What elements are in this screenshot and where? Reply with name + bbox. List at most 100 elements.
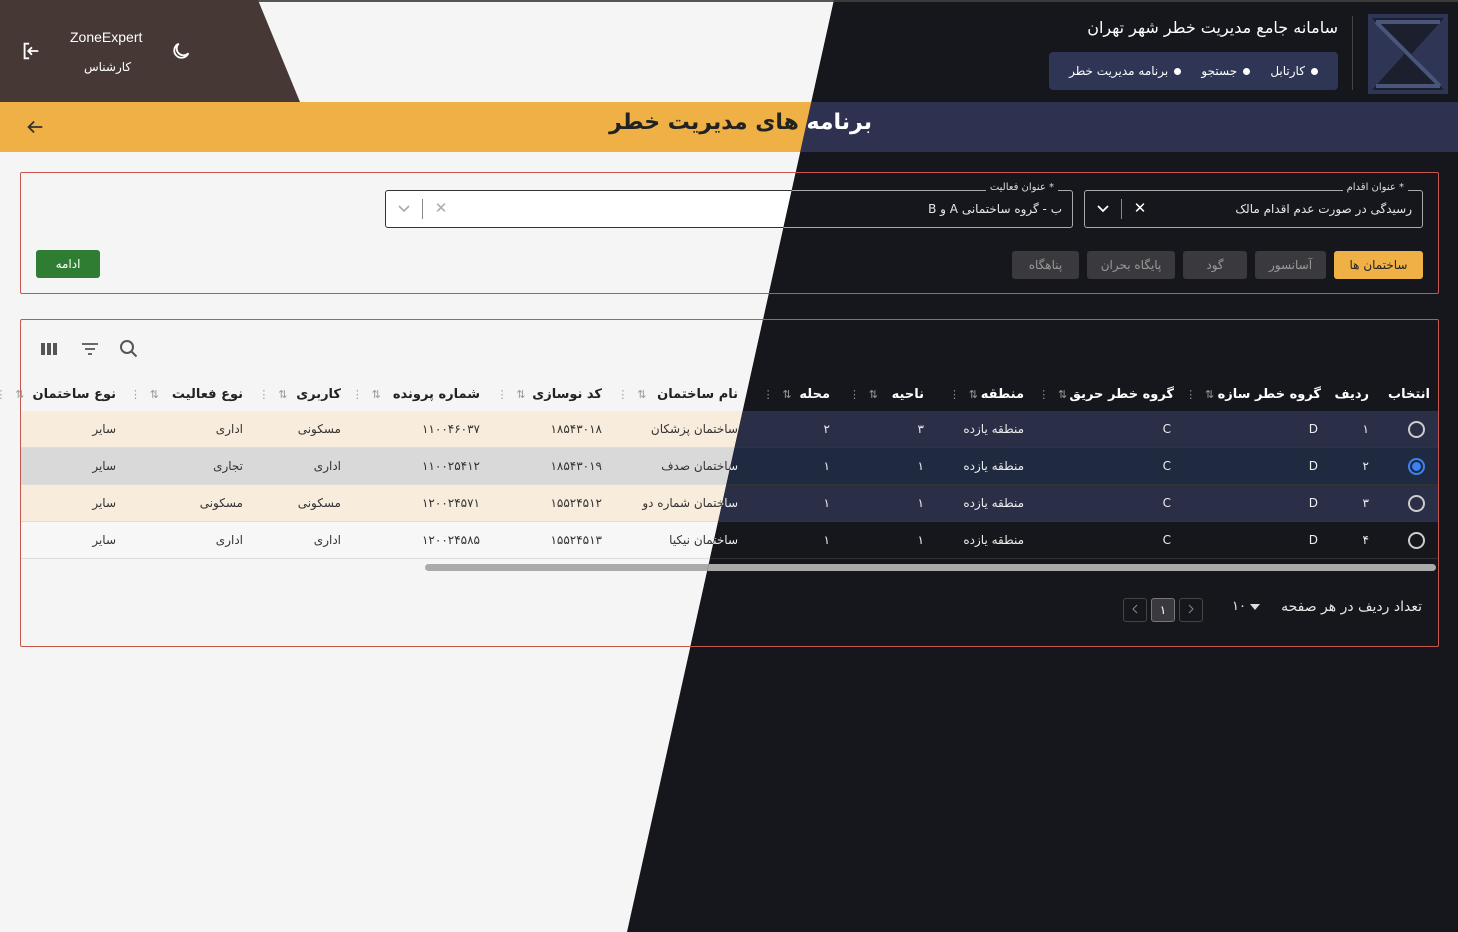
filter-icon[interactable] <box>79 338 101 360</box>
cell-activity: تجاری <box>213 459 243 473</box>
close-icon[interactable]: ✕ <box>434 200 448 216</box>
cell-code: ۱۵۵۲۴۵۱۲ <box>550 496 602 510</box>
sort-icon[interactable]: ⇅ <box>516 380 525 410</box>
chevron-down-icon[interactable] <box>396 200 412 216</box>
row-select-radio[interactable] <box>1408 532 1425 549</box>
row-select-radio[interactable] <box>1408 458 1425 475</box>
cell-type: سایر <box>92 533 116 547</box>
column-header-usage[interactable]: کاربری <box>296 380 341 410</box>
cell-file_no: ۱۱۰۰۲۵۴۱۲ <box>421 459 480 473</box>
cell-name: ساختمان پزشکان <box>650 422 738 436</box>
row-select-radio[interactable] <box>1408 495 1425 512</box>
column-menu-icon[interactable]: ⋮ <box>763 380 774 410</box>
cell-region: منطقه یازده <box>963 533 1024 547</box>
cell-usage: اداری <box>313 533 341 547</box>
action-select[interactable]: * عنوان اقدام رسیدگی در صورت عدم اقدام م… <box>1084 182 1423 228</box>
cell-code: ۱۸۵۴۳۰۱۹ <box>550 459 602 473</box>
column-menu-icon[interactable]: ⋮ <box>617 380 628 410</box>
cell-neighborhood: ۱ <box>823 459 830 473</box>
column-header-name[interactable]: نام ساختمان <box>657 380 738 410</box>
search-icon[interactable] <box>118 338 140 360</box>
chevron-left-icon <box>1132 604 1138 614</box>
sort-icon[interactable]: ⇅ <box>15 380 24 410</box>
column-header-district[interactable]: ناحیه <box>892 380 924 410</box>
back-arrow-icon[interactable] <box>24 116 46 138</box>
column-menu-icon[interactable]: ⋮ <box>130 380 141 410</box>
sort-icon[interactable]: ⇅ <box>150 380 159 410</box>
cell-row: ۱ <box>1362 422 1369 436</box>
column-header-type[interactable]: نوع ساختمان <box>33 380 116 410</box>
cell-district: ۱ <box>917 496 924 510</box>
cell-type: سایر <box>92 459 116 473</box>
column-menu-icon[interactable]: ⋮ <box>949 380 960 410</box>
column-header-activity[interactable]: نوع فعالیت <box>172 380 243 410</box>
column-header-fire_risk[interactable]: گروه خطر حریق <box>1069 380 1174 410</box>
cell-fire_risk: C <box>1162 459 1171 473</box>
row-select-radio[interactable] <box>1408 421 1425 438</box>
column-header-file_no[interactable]: شماره پرونده <box>393 380 480 410</box>
prev-page-button[interactable] <box>1123 598 1147 622</box>
category-crisis-base-button[interactable]: پایگاه بحران <box>1087 251 1175 279</box>
activity-label: * عنوان فعالیت <box>985 182 1058 193</box>
cell-district: ۳ <box>917 422 924 436</box>
column-menu-icon[interactable]: ⋮ <box>352 380 363 410</box>
cell-neighborhood: ۱ <box>823 533 830 547</box>
cell-neighborhood: ۲ <box>823 422 830 436</box>
column-menu-icon[interactable]: ⋮ <box>497 380 508 410</box>
sort-icon[interactable]: ⇅ <box>782 380 791 410</box>
chevron-down-icon[interactable] <box>1095 200 1111 216</box>
sort-icon[interactable]: ⇅ <box>969 380 978 410</box>
cell-file_no: ۱۲۰۰۲۴۵۷۱ <box>421 496 480 510</box>
column-header-neighborhood[interactable]: محله <box>799 380 830 410</box>
sort-icon[interactable]: ⇅ <box>637 380 646 410</box>
nav-item-cartable[interactable]: کارتابل <box>1270 64 1318 78</box>
cell-code: ۱۸۵۴۳۰۱۸ <box>550 422 602 436</box>
column-menu-icon[interactable]: ⋮ <box>258 380 269 410</box>
column-header-select[interactable]: انتخاب <box>1388 380 1430 410</box>
category-buildings-button[interactable]: ساختمان ها <box>1334 251 1423 279</box>
nav-item-search[interactable]: جستجو <box>1201 64 1251 78</box>
cell-file_no: ۱۲۰۰۲۴۵۸۵ <box>421 533 480 547</box>
column-header-code[interactable]: کد نوسازی <box>532 380 602 410</box>
rows-per-page-label: تعداد ردیف در هر صفحه <box>1281 599 1422 615</box>
sort-icon[interactable]: ⇅ <box>869 380 878 410</box>
sort-icon[interactable]: ⇅ <box>1205 380 1214 410</box>
column-menu-icon[interactable]: ⋮ <box>849 380 860 410</box>
column-menu-icon[interactable]: ⋮ <box>0 380 6 410</box>
user-panel: ZoneExpert کارشناس <box>0 0 300 102</box>
column-header-struct_risk[interactable]: گروه خطر سازه <box>1218 380 1321 410</box>
logout-icon[interactable] <box>20 40 42 62</box>
cell-row: ۲ <box>1362 459 1369 473</box>
chevron-down-icon[interactable] <box>1250 604 1260 610</box>
sort-icon[interactable]: ⇅ <box>278 380 287 410</box>
sort-icon[interactable]: ⇅ <box>372 380 381 410</box>
nav-box: کارتابل جستجو برنامه مدیریت خطر <box>1049 52 1338 90</box>
system-title: سامانه جامع مدیریت خطر شهر تهران <box>1087 18 1338 37</box>
nav-item-label: کارتابل <box>1270 64 1305 78</box>
cell-usage: اداری <box>313 459 341 473</box>
continue-button[interactable]: ادامه <box>36 250 100 278</box>
page-size-select[interactable]: ۱۰ <box>1232 599 1246 614</box>
nav-item-risk-program[interactable]: برنامه مدیریت خطر <box>1069 64 1182 78</box>
page-button-current[interactable]: ۱ <box>1151 598 1175 622</box>
columns-icon[interactable] <box>39 338 61 360</box>
sort-icon[interactable]: ⇅ <box>1058 380 1067 410</box>
column-menu-icon[interactable]: ⋮ <box>1185 380 1196 410</box>
category-shelter-button[interactable]: پناهگاه <box>1012 251 1079 279</box>
category-elevator-button[interactable]: آسانسور <box>1255 251 1326 279</box>
dot-icon <box>1243 67 1251 75</box>
cell-struct_risk: D <box>1308 533 1318 547</box>
action-value: رسیدگی در صورت عدم اقدام مالک <box>1235 202 1412 216</box>
column-header-region[interactable]: منطقه <box>981 380 1024 410</box>
moon-icon[interactable] <box>170 40 192 62</box>
close-icon[interactable]: ✕ <box>1133 200 1147 216</box>
column-menu-icon[interactable]: ⋮ <box>1038 380 1049 410</box>
cell-neighborhood: ۱ <box>823 496 830 510</box>
field-separator <box>422 199 423 219</box>
nav-item-label: برنامه مدیریت خطر <box>1069 64 1169 78</box>
column-header-row[interactable]: ردیف <box>1334 380 1369 410</box>
cell-fire_risk: C <box>1162 496 1171 510</box>
category-pit-button[interactable]: گود <box>1183 251 1247 279</box>
next-page-button[interactable] <box>1179 598 1203 622</box>
cell-district: ۱ <box>917 459 924 473</box>
